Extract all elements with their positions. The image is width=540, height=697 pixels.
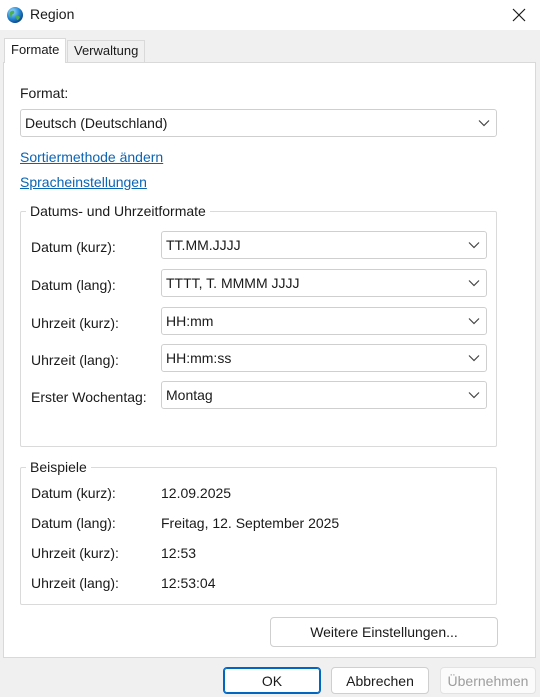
- chevron-down-icon: [478, 120, 490, 127]
- title-bar: Region: [0, 0, 540, 30]
- more-settings-button[interactable]: Weitere Einstellungen...: [270, 617, 498, 647]
- short-time-select[interactable]: HH:mm: [161, 307, 487, 335]
- long-time-value: HH:mm:ss: [166, 350, 232, 366]
- example-short-date-value: 12.09.2025: [161, 485, 232, 501]
- tab-strip: Formate Verwaltung: [0, 30, 540, 63]
- chevron-down-icon: [468, 355, 480, 362]
- format-select-value: Deutsch (Deutschland): [25, 115, 168, 131]
- ok-button[interactable]: OK: [223, 667, 321, 694]
- examples-title: Beispiele: [26, 459, 91, 475]
- tab-administration[interactable]: Verwaltung: [67, 40, 146, 62]
- change-sort-method-link[interactable]: Sortiermethode ändern: [20, 149, 163, 165]
- tab-formats[interactable]: Formate: [4, 38, 67, 63]
- first-weekday-select[interactable]: Montag: [161, 381, 487, 409]
- short-date-select[interactable]: TT.MM.JJJJ: [161, 231, 487, 259]
- first-weekday-value: Montag: [166, 387, 213, 403]
- long-date-label: Datum (lang):: [31, 277, 116, 293]
- example-short-date-label: Datum (kurz):: [31, 485, 116, 501]
- chevron-down-icon: [468, 392, 480, 399]
- example-long-date-value: Freitag, 12. September 2025: [161, 515, 340, 531]
- format-select[interactable]: Deutsch (Deutschland): [20, 109, 497, 137]
- datetime-formats-title: Datums- und Uhrzeitformate: [26, 203, 210, 219]
- short-time-value: HH:mm: [166, 313, 214, 329]
- long-time-label: Uhrzeit (lang):: [31, 352, 119, 368]
- chevron-down-icon: [468, 242, 480, 249]
- apply-button[interactable]: Übernehmen: [440, 667, 536, 694]
- example-short-time-value: 12:53: [161, 545, 197, 561]
- example-short-time-label: Uhrzeit (kurz):: [31, 545, 119, 561]
- language-settings-link[interactable]: Spracheinstellungen: [20, 174, 147, 190]
- first-weekday-label: Erster Wochentag:: [31, 389, 147, 405]
- cancel-button[interactable]: Abbrechen: [331, 667, 429, 694]
- chevron-down-icon: [468, 318, 480, 325]
- short-time-label: Uhrzeit (kurz):: [31, 315, 119, 331]
- globe-icon: [6, 6, 24, 24]
- format-label: Format:: [20, 85, 69, 101]
- window-title: Region: [30, 6, 75, 22]
- long-time-select[interactable]: HH:mm:ss: [161, 344, 487, 372]
- close-button[interactable]: [504, 1, 534, 29]
- short-date-value: TT.MM.JJJJ: [166, 237, 241, 253]
- chevron-down-icon: [468, 280, 480, 287]
- datetime-formats-group: Datums- und Uhrzeitformate Datum (kurz):…: [20, 203, 497, 447]
- example-long-time-label: Uhrzeit (lang):: [31, 575, 119, 591]
- examples-group: Beispiele Datum (kurz): 12.09.2025 Datum…: [20, 459, 497, 605]
- example-long-time-value: 12:53:04: [161, 575, 216, 591]
- formats-panel: Format: Deutsch (Deutschland) Sortiermet…: [3, 62, 536, 658]
- example-long-date-label: Datum (lang):: [31, 515, 116, 531]
- long-date-value: TTTT, T. MMMM JJJJ: [166, 275, 300, 291]
- short-date-label: Datum (kurz):: [31, 239, 116, 255]
- long-date-select[interactable]: TTTT, T. MMMM JJJJ: [161, 269, 487, 297]
- close-icon: [512, 8, 526, 22]
